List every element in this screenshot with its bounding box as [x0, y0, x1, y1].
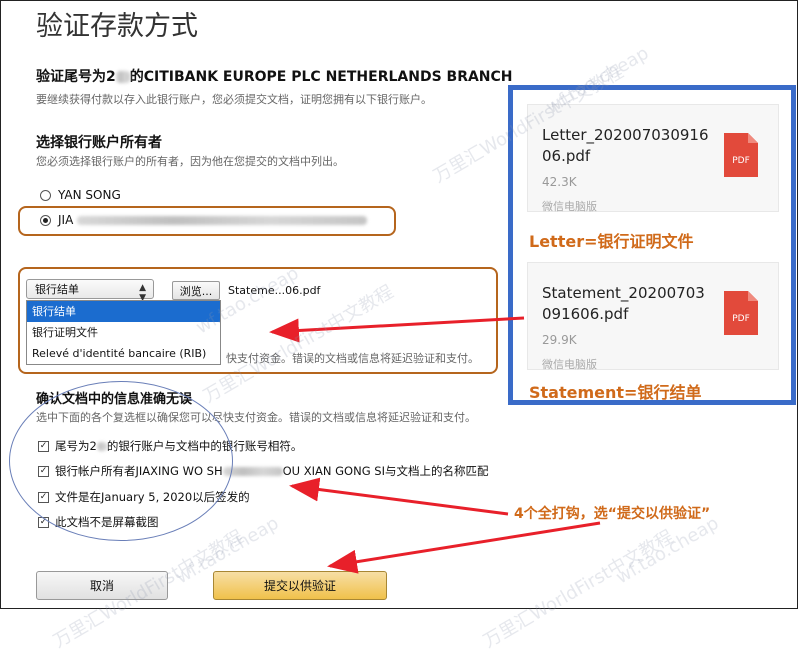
arrow-to-document-select: [269, 316, 525, 343]
arrow-to-submit-button: [327, 521, 601, 574]
arrow-to-checkboxes: [289, 477, 509, 516]
annotation-arrows: [269, 316, 601, 574]
